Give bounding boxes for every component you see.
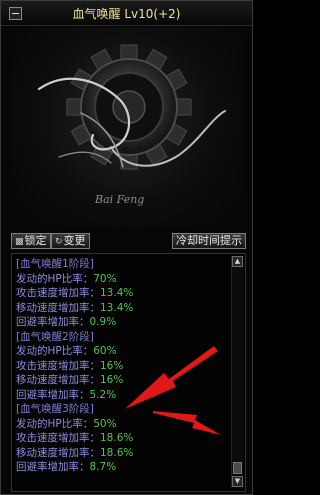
logo-text: Bai Feng (95, 193, 145, 206)
stat-row: 回避率增加率：8.7% (16, 461, 117, 473)
stat-row: 发动的HP比率：70% (16, 272, 117, 285)
stat-row: 发动的HP比率：50% (16, 417, 117, 430)
stat-row: 移动速度增加率：18.6% (16, 446, 134, 459)
stat-row: 回避率增加率：5.2% (16, 388, 117, 401)
lock-icon: ▩ (15, 237, 24, 247)
stat-row: 发动的HP比率：60% (16, 345, 117, 357)
scroll-thumb[interactable] (233, 462, 242, 474)
stat-row: 回避率增加率：0.9% (16, 316, 117, 328)
change-button[interactable]: ↻变更 (51, 233, 90, 249)
stat-row: 攻击速度增加率：13.4% (16, 287, 134, 299)
scrollbar[interactable]: ▲ ▼ (231, 256, 243, 487)
scroll-down-icon[interactable]: ▼ (232, 476, 243, 487)
window-title: 血气唤醒 Lv10(+2) (72, 7, 181, 21)
refresh-icon: ↻ (55, 237, 63, 247)
skill-artwork: Bai Feng (11, 27, 243, 227)
skill-window: 血气唤醒 Lv10(+2) Bai Feng ▩锁定 ↻变更 冷却时间提示 [血… (0, 0, 253, 495)
title-bar: 血气唤醒 Lv10(+2) (1, 1, 252, 26)
stat-row: 移动速度增加率：13.4% (16, 301, 134, 314)
stat-row: 移动速度增加率：16% (16, 374, 124, 386)
stage-list: [血气唤醒1阶段] 发动的HP比率：70% 攻击速度增加率：13.4% 移动速度… (16, 257, 228, 475)
scroll-up-icon[interactable]: ▲ (232, 256, 243, 267)
stage-3-title: [血气唤醒3阶段] (16, 403, 94, 415)
cooldown-hint-button[interactable]: 冷却时间提示 (172, 233, 246, 249)
stat-row: 攻击速度增加率：18.6% (16, 432, 134, 444)
stage-1-title: [血气唤醒1阶段] (16, 258, 94, 270)
stage-2-title: [血气唤醒2阶段] (16, 330, 94, 343)
stat-row: 攻击速度增加率：16% (16, 359, 124, 372)
lock-button[interactable]: ▩锁定 (11, 233, 51, 249)
skill-description-box: [血气唤醒1阶段] 发动的HP比率：70% 攻击速度增加率：13.4% 移动速度… (11, 253, 246, 492)
